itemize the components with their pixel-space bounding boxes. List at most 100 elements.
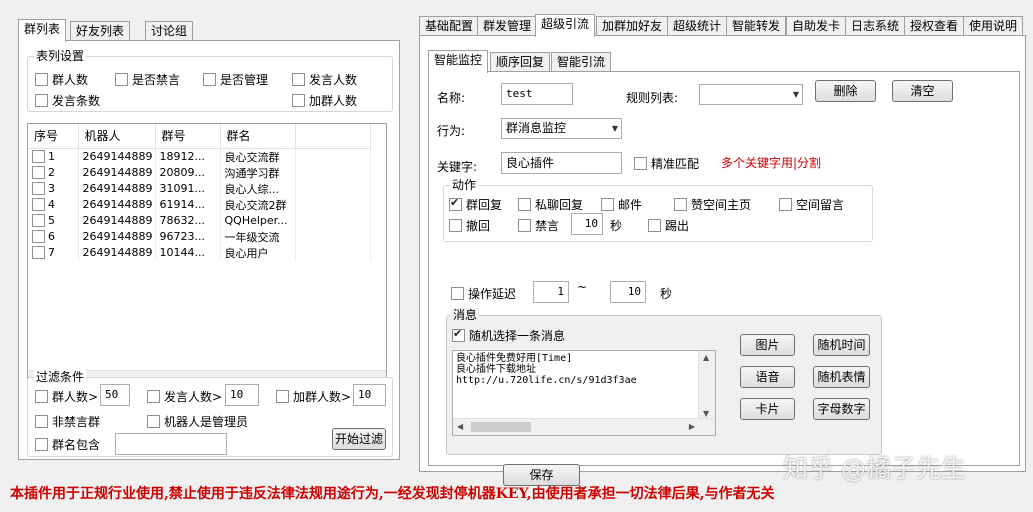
filter-bot-admin-checkbox[interactable]: 机器人是管理员 <box>147 413 248 430</box>
tab-usage-guide[interactable]: 使用说明 <box>963 16 1024 36</box>
tab-super-traffic[interactable]: 超级引流 <box>535 14 596 37</box>
filter-join-checkbox[interactable]: 加群人数> <box>276 388 351 405</box>
filter-speaker-input[interactable]: 10 <box>225 384 259 406</box>
filter-join-input[interactable]: 10 <box>353 384 386 406</box>
tab-mass-send[interactable]: 群发管理 <box>477 16 538 36</box>
row-checkbox[interactable] <box>32 246 45 260</box>
row-extra <box>295 228 371 245</box>
tab-group-list[interactable]: 群列表 <box>18 19 67 42</box>
row-checkbox[interactable] <box>32 230 45 244</box>
mute-checkbox[interactable]: 禁言 <box>518 217 559 234</box>
keyword-input[interactable]: 良心插件 <box>501 152 622 174</box>
delete-button[interactable]: 删除 <box>815 80 876 102</box>
subtab-content: 名称: test 规则列表: ▼ 删除 清空 行为: 群消息监控 ▼ 关键字: 良… <box>428 71 1020 486</box>
kick-checkbox[interactable]: 踢出 <box>648 217 689 234</box>
like-zone-checkbox[interactable]: 赞空间主页 <box>674 196 751 213</box>
filter-not-muted-checkbox[interactable]: 非禁言群 <box>35 413 100 430</box>
random-emoji-button[interactable]: 随机表情 <box>813 366 870 388</box>
voice-button[interactable]: 语音 <box>740 366 795 388</box>
tab-smart-forward[interactable]: 智能转发 <box>726 16 787 36</box>
row-index-value: 6 <box>48 229 55 243</box>
col-message-count-checkbox[interactable]: 发言条数 <box>35 92 100 109</box>
filter-speaker-checkbox[interactable]: 发言人数> <box>147 388 222 405</box>
col-admin-checkbox[interactable]: 是否管理 <box>203 71 268 88</box>
col-speaker-count-checkbox[interactable]: 发言人数 <box>292 71 357 88</box>
scroll-up-icon[interactable]: ▲ <box>703 353 709 362</box>
random-message-checkbox[interactable]: 随机选择一条消息 <box>452 327 565 344</box>
recall-checkbox[interactable]: 撤回 <box>449 217 490 234</box>
name-label: 名称: <box>437 91 466 105</box>
exact-match-checkbox[interactable]: 精准匹配 <box>634 155 699 172</box>
filter-member-checkbox[interactable]: 群人数> <box>35 388 98 405</box>
subtab-smart-traffic[interactable]: 智能引流 <box>551 52 612 72</box>
row-checkbox[interactable] <box>32 166 45 180</box>
table-row[interactable]: 3 2649144889 31091... 良心人综... <box>28 180 371 197</box>
tab-auth-view[interactable]: 授权查看 <box>904 16 965 36</box>
row-index: 7 <box>28 244 79 261</box>
col-member-count-checkbox[interactable]: 群人数 <box>35 71 88 88</box>
delay-from-input[interactable]: 1 <box>533 281 569 303</box>
col-header-group-name[interactable]: 群名 <box>220 124 296 149</box>
tab-discussion[interactable]: 讨论组 <box>145 21 194 41</box>
tab-super-stats[interactable]: 超级统计 <box>667 16 728 36</box>
scroll-right-icon[interactable]: ▶ <box>689 422 695 431</box>
table-row[interactable]: 6 2649144889 96723... 一年级交流 <box>28 228 371 245</box>
keyword-label: 关键字: <box>437 160 478 174</box>
scroll-down-icon[interactable]: ▼ <box>703 409 709 418</box>
col-header-group-no[interactable]: 群号 <box>155 124 221 149</box>
tab-log-system[interactable]: 日志系统 <box>845 16 906 36</box>
card-button[interactable]: 卡片 <box>740 398 795 420</box>
start-filter-button[interactable]: 开始过滤 <box>332 428 386 450</box>
tab-basic-config[interactable]: 基础配置 <box>419 16 480 36</box>
table-row[interactable]: 5 2649144889 78632... QQHelper... <box>28 212 371 229</box>
row-checkbox[interactable] <box>32 198 45 212</box>
alphanumeric-button[interactable]: 字母数字 <box>813 398 870 420</box>
action-select[interactable]: 群消息监控 ▼ <box>501 118 622 139</box>
delay-to-input[interactable]: 10 <box>610 281 646 303</box>
name-input[interactable]: test <box>501 83 573 105</box>
scroll-thumb[interactable] <box>471 422 531 432</box>
row-group-no: 61914... <box>155 196 221 213</box>
rules-select[interactable]: ▼ <box>699 84 803 105</box>
table-row[interactable]: 2 2649144889 20809... 沟通学习群 <box>28 164 371 181</box>
mute-seconds-input[interactable]: 10 <box>571 213 603 235</box>
scroll-left-icon[interactable]: ◀ <box>457 422 463 431</box>
message-horizontal-scrollbar[interactable]: ◀ ▶ <box>453 418 715 435</box>
subtab-smart-monitor[interactable]: 智能监控 <box>428 50 489 73</box>
filter-join-label: 加群人数> <box>293 390 352 404</box>
filter-not-muted-label: 非禁言群 <box>52 415 101 429</box>
row-checkbox[interactable] <box>32 150 45 164</box>
table-row[interactable]: 1 2649144889 18912... 良心交流群 <box>28 148 371 165</box>
image-button[interactable]: 图片 <box>740 334 795 356</box>
private-reply-checkbox[interactable]: 私聊回复 <box>518 196 583 213</box>
email-checkbox[interactable]: 邮件 <box>601 196 642 213</box>
filter-group: 过滤条件 群人数> 50 发言人数> 10 加群人数> 10 非禁言群 机器人是… <box>27 370 393 457</box>
filter-name-contains-checkbox[interactable]: 群名包含 <box>35 436 100 453</box>
table-row[interactable]: 4 2649144889 61914... 良心交流2群 <box>28 196 371 213</box>
row-checkbox[interactable] <box>32 214 45 228</box>
group-reply-checkbox[interactable]: 群回复 <box>449 196 502 213</box>
col-join-count-checkbox[interactable]: 加群人数 <box>292 92 357 109</box>
col-header-bot[interactable]: 机器人 <box>78 124 156 149</box>
row-index: 2 <box>28 164 79 181</box>
tab-add-group-friend[interactable]: 加群加好友 <box>596 16 669 36</box>
col-header-index[interactable]: 序号 <box>28 124 79 149</box>
zone-message-checkbox[interactable]: 空间留言 <box>779 196 844 213</box>
tab-self-card[interactable]: 自助发卡 <box>786 16 847 36</box>
row-checkbox[interactable] <box>32 182 45 196</box>
random-time-button[interactable]: 随机时间 <box>813 334 870 356</box>
clear-button[interactable]: 清空 <box>892 80 953 102</box>
row-group-no: 18912... <box>155 148 221 165</box>
group-list-grid[interactable]: 序号 机器人 群号 群名 1 2649144889 18912... 良心交流群 2 26… <box>27 123 387 388</box>
delay-checkbox[interactable]: 操作延迟 <box>451 285 516 302</box>
message-textarea[interactable]: 良心插件免费好用[Time] 良心插件下载地址 http://u.720life.c… <box>452 350 716 436</box>
tab-friend-list[interactable]: 好友列表 <box>70 21 131 41</box>
subtab-sequential-reply[interactable]: 顺序回复 <box>490 52 551 72</box>
message-vertical-scrollbar[interactable]: ▲ ▼ <box>698 351 715 420</box>
filter-member-input[interactable]: 50 <box>100 384 130 406</box>
table-row[interactable]: 7 2649144889 10144... 良心用户 <box>28 244 371 261</box>
filter-name-contains-input[interactable] <box>115 433 227 455</box>
col-muted-checkbox[interactable]: 是否禁言 <box>115 71 180 88</box>
row-extra <box>295 244 371 261</box>
row-group-name: 良心人综... <box>220 180 296 197</box>
